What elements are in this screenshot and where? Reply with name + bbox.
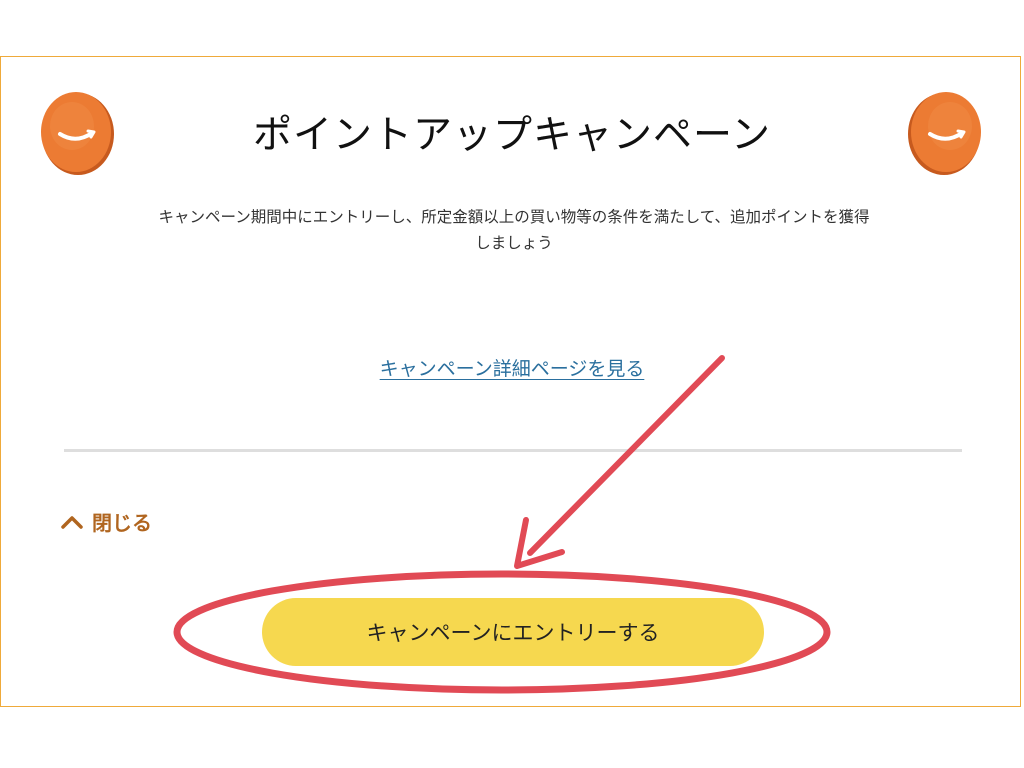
divider [64, 449, 962, 452]
campaign-detail-link[interactable]: キャンペーン詳細ページを見る [0, 354, 1024, 381]
campaign-description: キャンペーン期間中にエントリーし、所定金額以上の買い物等の条件を満たして、追加ポ… [158, 208, 870, 252]
campaign-title: ポイントアップキャンペーン [252, 113, 772, 158]
close-toggle[interactable]: 閉じる [60, 507, 152, 536]
screenshot-stage: ポイントアップキャンペーン キャンペーン期間中にエントリーし、所定金額以上の買い… [0, 0, 1024, 768]
chevron-up-icon [61, 515, 83, 529]
close-label: 閉じる [92, 511, 152, 535]
campaign-entry-button[interactable]: キャンペーンにエントリーする [262, 598, 764, 666]
